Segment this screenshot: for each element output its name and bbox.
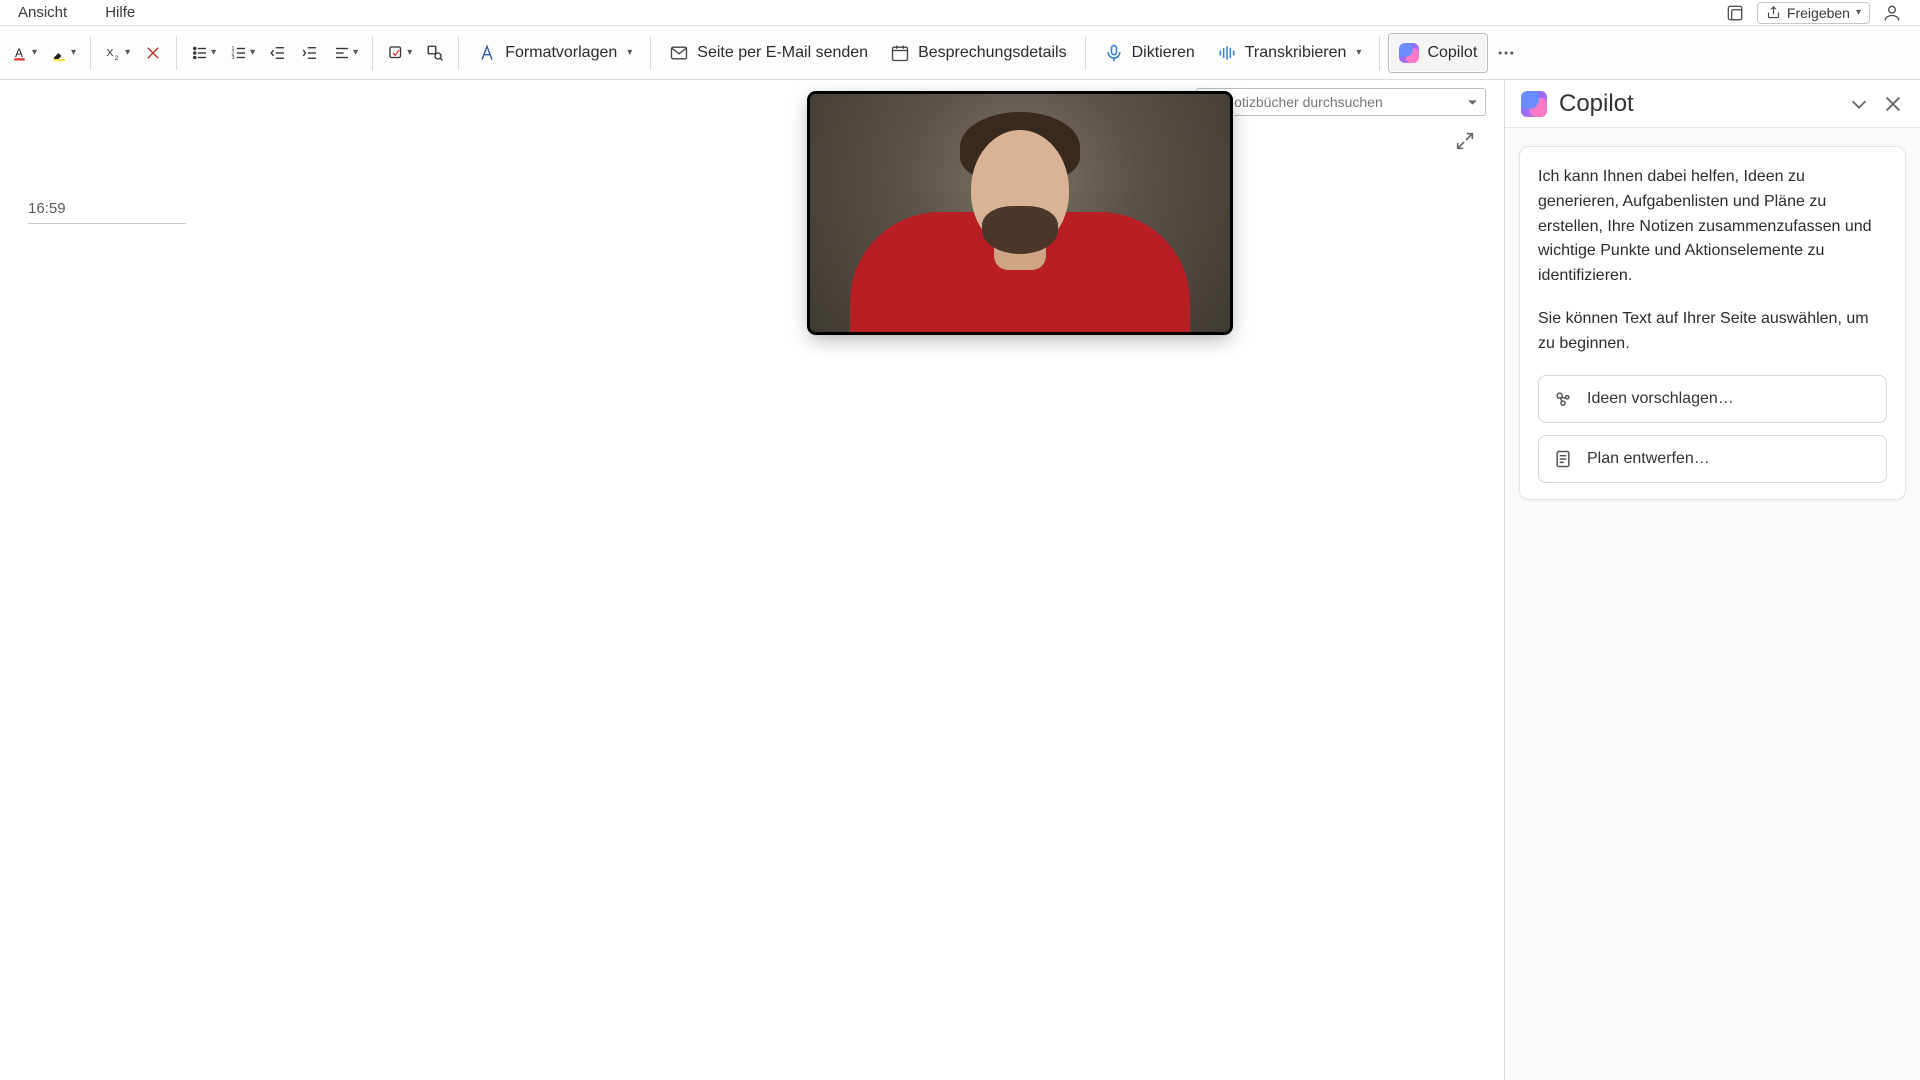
indent-button[interactable] <box>295 33 325 73</box>
tags-button[interactable]: ▾ <box>381 33 418 73</box>
email-page-button[interactable]: Seite per E-Mail senden <box>659 33 878 73</box>
chevron-down-icon: ▾ <box>32 47 37 58</box>
share-label: Freigeben <box>1787 5 1850 21</box>
copilot-intro-text: Ich kann Ihnen dabei helfen, Ideen zu ge… <box>1538 165 1887 289</box>
chevron-down-icon: ▾ <box>627 47 632 58</box>
outdent-button[interactable] <box>263 33 293 73</box>
ideas-icon <box>1553 389 1573 409</box>
find-tags-button[interactable] <box>420 33 450 73</box>
copilot-label: Copilot <box>1427 44 1477 62</box>
dictate-button[interactable]: Diktieren <box>1094 33 1205 73</box>
chevron-down-icon: ▾ <box>125 47 130 58</box>
styles-label: Formatvorlagen <box>505 44 617 62</box>
transcribe-button[interactable]: Transkribieren ▾ <box>1207 33 1372 73</box>
copilot-icon <box>1521 91 1547 117</box>
alignment-button[interactable]: ▾ <box>327 33 364 73</box>
more-commands-button[interactable] <box>1490 33 1522 73</box>
copilot-title: Copilot <box>1559 90 1836 118</box>
search-input[interactable] <box>1224 94 1460 110</box>
share-button[interactable]: Freigeben ▾ <box>1757 2 1870 24</box>
svg-text:2: 2 <box>115 54 119 61</box>
close-icon[interactable] <box>1882 93 1904 115</box>
copilot-intro-card: Ich kann Ihnen dabei helfen, Ideen zu ge… <box>1519 146 1906 500</box>
copilot-hint-text: Sie können Text auf Ihrer Seite auswähle… <box>1538 307 1887 357</box>
meeting-details-button[interactable]: Besprechungsdetails <box>880 33 1077 73</box>
collapse-icon[interactable] <box>1848 93 1870 115</box>
expand-icon[interactable] <box>1454 130 1476 152</box>
bulleted-list-button[interactable]: ▾ <box>185 33 222 73</box>
svg-text:3: 3 <box>232 55 235 61</box>
account-icon[interactable] <box>1882 3 1902 23</box>
page-timestamp: 16:59 <box>28 200 186 224</box>
chevron-down-icon: ▾ <box>71 47 76 58</box>
meeting-details-label: Besprechungsdetails <box>918 44 1067 62</box>
window-mode-icon[interactable] <box>1725 3 1745 23</box>
menu-view[interactable]: Ansicht <box>18 4 67 21</box>
dictate-label: Diktieren <box>1132 44 1195 62</box>
draft-plan-button[interactable]: Plan entwerfen… <box>1538 435 1887 483</box>
draft-plan-label: Plan entwerfen… <box>1587 450 1710 468</box>
suggest-ideas-label: Ideen vorschlagen… <box>1587 390 1734 408</box>
subscript-button[interactable]: X2 ▾ <box>99 33 136 73</box>
webcam-overlay <box>810 94 1230 332</box>
transcribe-label: Transkribieren <box>1245 44 1347 62</box>
chevron-down-icon: ▾ <box>1856 7 1861 18</box>
svg-text:A: A <box>15 45 23 59</box>
search-notebooks[interactable] <box>1196 88 1486 116</box>
clear-formatting-button[interactable] <box>138 33 168 73</box>
chevron-down-icon: ▾ <box>211 47 216 58</box>
font-color-button[interactable]: A ▾ <box>6 33 43 73</box>
email-page-label: Seite per E-Mail senden <box>697 44 868 62</box>
numbered-list-button[interactable]: 123 ▾ <box>224 33 261 73</box>
chevron-down-icon: ▾ <box>407 47 412 58</box>
svg-text:X: X <box>107 47 114 59</box>
menu-help[interactable]: Hilfe <box>105 4 135 21</box>
copilot-icon <box>1399 43 1419 63</box>
page-canvas[interactable]: 16:59 <box>0 80 1504 1080</box>
ribbon: A ▾ ▾ X2 ▾ ▾ 123 ▾ <box>0 26 1920 80</box>
copilot-panel: Copilot Ich kann Ihnen dabei helfen, Ide… <box>1504 80 1920 1080</box>
copilot-header: Copilot <box>1505 80 1920 128</box>
plan-icon <box>1553 449 1573 469</box>
chevron-down-icon: ▾ <box>353 47 358 58</box>
chevron-down-icon: ▾ <box>250 47 255 58</box>
highlight-button[interactable]: ▾ <box>45 33 82 73</box>
suggest-ideas-button[interactable]: Ideen vorschlagen… <box>1538 375 1887 423</box>
styles-button[interactable]: Formatvorlagen ▾ <box>467 33 642 73</box>
chevron-down-icon: ▾ <box>1356 47 1361 58</box>
copilot-button[interactable]: Copilot <box>1388 33 1488 73</box>
menubar: Ansicht Hilfe Freigeben ▾ <box>0 0 1920 26</box>
chevron-down-icon[interactable] <box>1466 96 1479 109</box>
